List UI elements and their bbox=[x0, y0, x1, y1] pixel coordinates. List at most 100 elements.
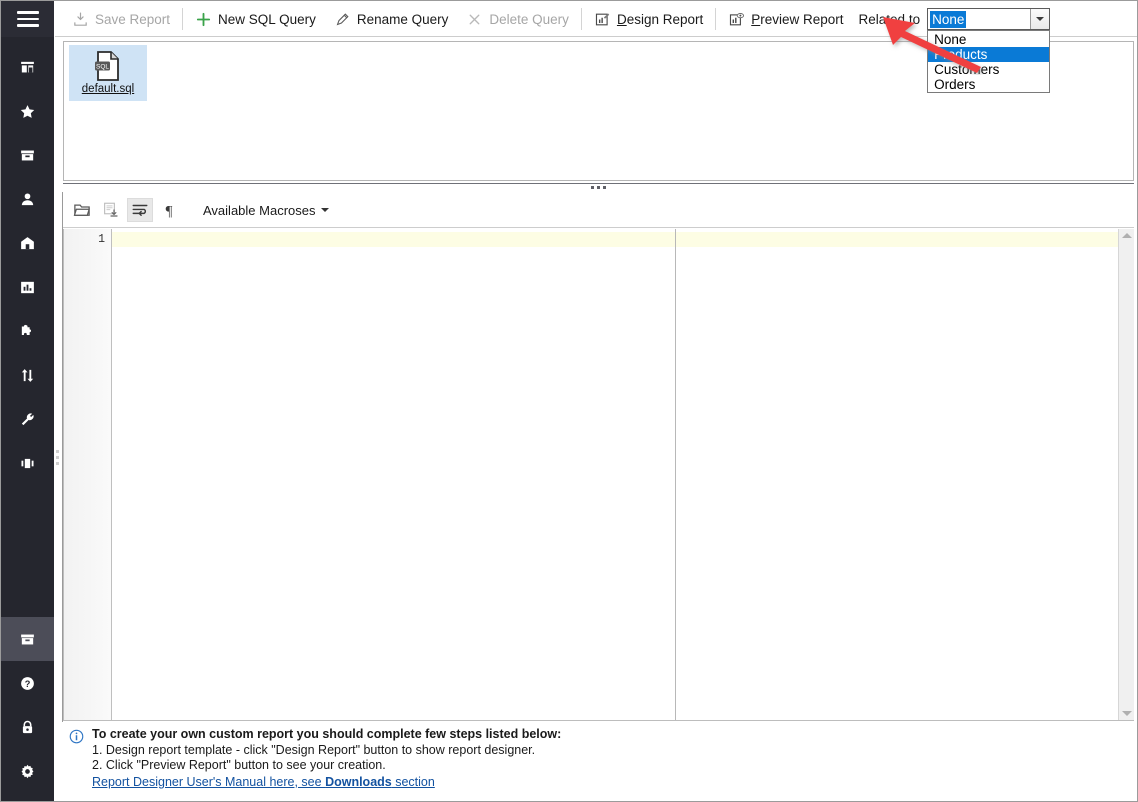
archive-box-icon bbox=[21, 634, 34, 644]
vertical-splitter[interactable] bbox=[55, 192, 63, 722]
plus-icon bbox=[196, 12, 211, 26]
sidebar-nav-bottom: ? bbox=[1, 617, 54, 793]
sidebar-item-security[interactable] bbox=[1, 705, 54, 749]
sidebar-item-reports-active[interactable] bbox=[1, 617, 54, 661]
help-icon: ? bbox=[21, 676, 34, 690]
sidebar-item-help[interactable]: ? bbox=[1, 661, 54, 705]
open-folder-icon bbox=[73, 204, 90, 216]
combobox-value-text: None bbox=[930, 10, 967, 28]
sidebar-item-extensions[interactable] bbox=[1, 309, 54, 353]
splitter-grip-icon bbox=[591, 186, 606, 189]
info-step-2: 2. Click "Preview Report" button to see … bbox=[92, 758, 386, 772]
splitter-line bbox=[63, 183, 1134, 184]
svg-text:?: ? bbox=[25, 679, 31, 689]
link-bold: Downloads bbox=[325, 774, 392, 789]
query-file-item[interactable]: SQL default.sql bbox=[69, 45, 147, 101]
sql-file-icon: SQL bbox=[95, 51, 119, 81]
preview-report-label: Preview Report bbox=[751, 11, 844, 27]
lock-icon bbox=[22, 720, 33, 733]
preview-report-icon bbox=[730, 12, 745, 25]
line-number-gutter: 1 bbox=[64, 229, 112, 720]
info-panel: To create your own custom report you sho… bbox=[63, 727, 1134, 797]
chevron-down-icon bbox=[1036, 17, 1045, 21]
gear-icon bbox=[21, 764, 34, 778]
editor-vertical-scrollbar[interactable] bbox=[1118, 229, 1134, 720]
info-title: To create your own custom report you sho… bbox=[92, 727, 562, 741]
sidebar-item-catalog[interactable] bbox=[1, 133, 54, 177]
word-wrap-icon bbox=[132, 204, 148, 216]
left-sidebar: ? bbox=[1, 1, 54, 801]
pilcrow-icon: ¶ bbox=[166, 203, 173, 219]
svg-text:SQL: SQL bbox=[96, 64, 109, 71]
sidebar-item-reports[interactable] bbox=[1, 265, 54, 309]
design-report-button[interactable]: Design Report bbox=[585, 6, 712, 32]
related-to-label: Related to bbox=[858, 11, 921, 27]
scroll-up-icon[interactable] bbox=[1121, 233, 1132, 238]
info-step-1: 1. Design report template - click "Desig… bbox=[92, 742, 536, 757]
combobox-option-orders[interactable]: Orders bbox=[928, 77, 1049, 92]
code-text-area[interactable] bbox=[112, 229, 1118, 720]
available-macroses-button[interactable]: Available Macroses bbox=[197, 198, 335, 222]
combobox-options-list[interactable]: None Products Customers Orders bbox=[927, 30, 1051, 93]
combobox-option-products[interactable]: Products bbox=[928, 47, 1050, 62]
save-icon bbox=[74, 12, 87, 26]
sidebar-item-layout[interactable] bbox=[1, 441, 54, 485]
combobox-field[interactable]: None bbox=[927, 8, 1051, 30]
line-number: 1 bbox=[98, 233, 105, 246]
sidebar-item-tools[interactable] bbox=[1, 397, 54, 441]
sidebar-item-import-export[interactable] bbox=[1, 353, 54, 397]
save-file-button[interactable] bbox=[98, 198, 124, 222]
bar-chart-icon bbox=[21, 281, 34, 293]
show-invisibles-button[interactable]: ¶ bbox=[156, 198, 182, 222]
menu-toggle-button[interactable] bbox=[1, 1, 54, 37]
save-report-label: Save Report bbox=[95, 11, 171, 27]
report-designer-window: ? Save Report New SQL Query Rename Query… bbox=[0, 0, 1138, 802]
sidebar-item-settings[interactable] bbox=[1, 749, 54, 793]
info-icon bbox=[69, 729, 84, 744]
toolbar-separator bbox=[715, 8, 717, 30]
pencil-icon bbox=[336, 12, 349, 25]
horizontal-splitter[interactable] bbox=[63, 183, 1134, 192]
hamburger-icon bbox=[16, 11, 39, 27]
word-wrap-button[interactable] bbox=[127, 198, 153, 222]
sidebar-item-promotions[interactable] bbox=[1, 221, 54, 265]
available-macroses-label: Available Macroses bbox=[203, 202, 316, 218]
sql-code-editor[interactable]: 1 bbox=[63, 229, 1134, 721]
splitter-grip-icon bbox=[55, 449, 59, 465]
preview-report-button[interactable]: Preview Report bbox=[719, 6, 852, 32]
chevron-down-icon bbox=[321, 208, 330, 212]
combobox-option-customers[interactable]: Customers bbox=[928, 62, 1049, 77]
design-report-label: Design Report bbox=[616, 11, 704, 27]
editor-toolbar: ¶ Available Macroses bbox=[63, 193, 1134, 228]
gift-icon bbox=[21, 236, 34, 249]
sidebar-item-favorites[interactable] bbox=[1, 89, 54, 133]
save-file-icon bbox=[104, 202, 118, 217]
scroll-down-icon[interactable] bbox=[1121, 711, 1132, 716]
info-text: To create your own custom report you sho… bbox=[92, 727, 561, 797]
star-icon bbox=[20, 104, 35, 118]
sidebar-item-store[interactable] bbox=[1, 45, 54, 89]
new-sql-query-button[interactable]: New SQL Query bbox=[186, 6, 325, 32]
report-designer-manual-link[interactable]: Report Designer User's Manual here, see … bbox=[92, 775, 435, 791]
delete-query-label: Delete Query bbox=[489, 11, 569, 27]
sidebar-item-customers[interactable] bbox=[1, 177, 54, 221]
query-file-name: default.sql bbox=[81, 83, 135, 95]
design-report-icon bbox=[595, 12, 610, 25]
rename-query-button[interactable]: Rename Query bbox=[325, 6, 458, 32]
link-prefix: Report Designer User's Manual here, see bbox=[92, 774, 326, 789]
user-icon bbox=[21, 192, 34, 205]
main-toolbar: Save Report New SQL Query Rename Query D… bbox=[55, 2, 1137, 93]
combobox-dropdown-button[interactable] bbox=[1030, 9, 1050, 29]
current-line-highlight bbox=[112, 232, 1118, 247]
combobox-option-none[interactable]: None bbox=[928, 32, 1049, 47]
toolbar-separator bbox=[182, 8, 184, 30]
combobox-value: None bbox=[928, 9, 1030, 29]
new-sql-query-label: New SQL Query bbox=[218, 11, 316, 27]
rename-query-label: Rename Query bbox=[356, 11, 449, 27]
open-file-button[interactable] bbox=[69, 198, 95, 222]
right-margin-guide bbox=[675, 229, 676, 720]
delete-query-button[interactable]: Delete Query bbox=[457, 6, 578, 32]
archive-box-icon bbox=[21, 150, 34, 160]
related-to-combobox[interactable]: None None Products Customers Orders bbox=[927, 8, 1051, 93]
save-report-button[interactable]: Save Report bbox=[63, 6, 179, 32]
